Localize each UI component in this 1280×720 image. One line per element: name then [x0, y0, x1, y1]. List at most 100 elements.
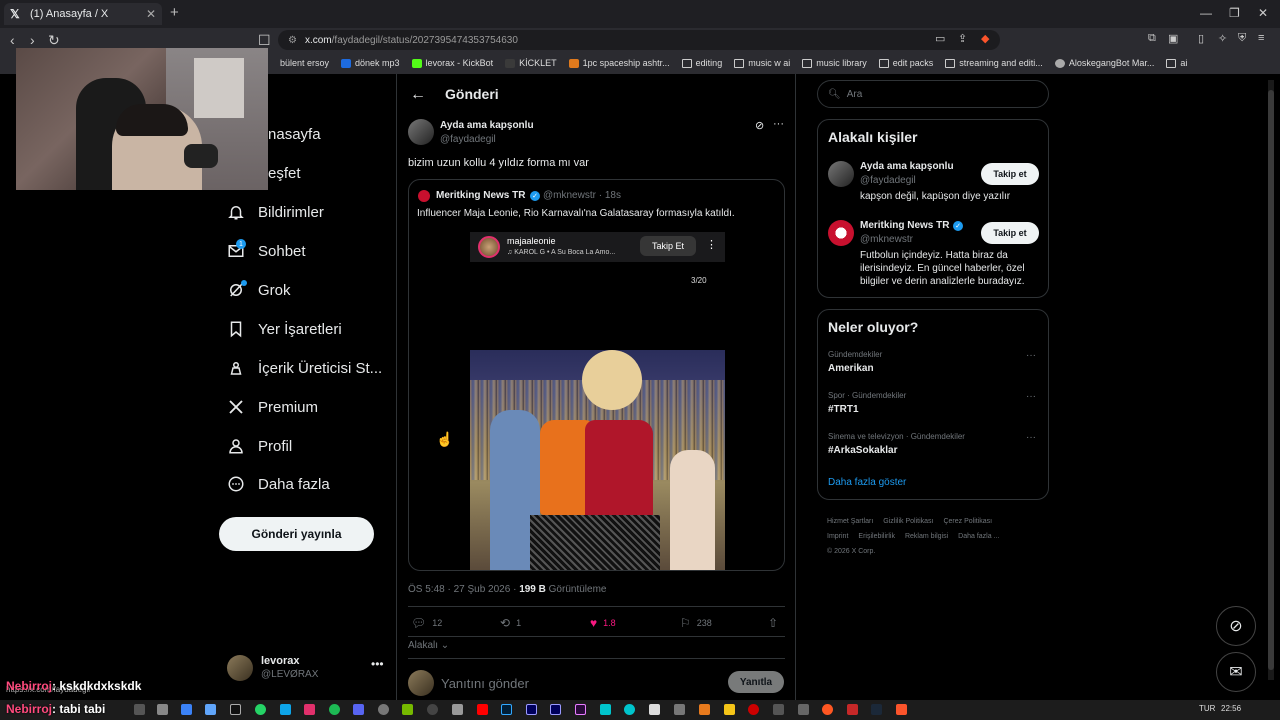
avatar[interactable] — [828, 161, 854, 187]
taskbar-app-icon[interactable] — [205, 704, 216, 715]
bookmark-item[interactable]: 1pc spaceship ashtr... — [568, 58, 670, 68]
bookmark-folder[interactable]: edit packs — [878, 58, 933, 68]
taskbar-app-icon[interactable] — [871, 704, 882, 715]
search-input[interactable]: 🔍︎ Ara — [817, 80, 1049, 108]
follow-button[interactable]: Takip et — [981, 163, 1039, 185]
reply-input[interactable]: Yanıtını gönder — [441, 676, 529, 691]
tab-close-icon[interactable]: ✕ — [146, 7, 156, 21]
trend-name[interactable]: Amerikan — [828, 363, 874, 374]
more-dots-icon[interactable]: ••• — [371, 657, 384, 671]
window-close-button[interactable]: ✕ — [1258, 6, 1268, 20]
taskbar-app-icon[interactable] — [427, 704, 438, 715]
avatar[interactable] — [828, 220, 854, 246]
taskbar-app-icon[interactable] — [181, 704, 192, 715]
taskbar-app-icon[interactable] — [304, 704, 315, 715]
scrollbar[interactable] — [1268, 80, 1274, 680]
footer-link[interactable]: Daha fazla ... — [958, 533, 999, 540]
grok-icon[interactable]: ⊘ — [755, 119, 764, 132]
taskbar-app-icon[interactable] — [822, 704, 833, 715]
footer-link[interactable]: Hizmet Şartları — [827, 518, 873, 525]
nav-item-notifications[interactable]: Bildirimler — [226, 202, 324, 222]
brave-shield-icon[interactable]: ◆ — [981, 32, 989, 45]
taskbar-app-icon[interactable] — [353, 704, 364, 715]
sidebar-toggle-icon[interactable]: ▯ — [1198, 32, 1204, 45]
more-dots-icon[interactable]: ··· — [1026, 391, 1036, 402]
bookmark-folder[interactable]: music w ai — [734, 58, 790, 68]
related-name[interactable]: Ayda ama kapşonlu — [860, 161, 954, 172]
reply-action[interactable]: 💬︎ 12 — [411, 616, 442, 630]
leo-ai-icon[interactable]: ✧ — [1218, 32, 1227, 45]
bookmark-item[interactable]: AloskegangBot Mar... — [1054, 58, 1154, 68]
vpn-icon[interactable]: ⛨ — [1238, 32, 1246, 45]
messages-fab-button[interactable]: ✉ — [1216, 652, 1256, 692]
bookmark-item[interactable]: KİCKLET — [505, 58, 557, 68]
bookmark-item[interactable]: levorax - KickBot — [411, 58, 493, 68]
menu-icon[interactable]: ≡ — [1258, 32, 1264, 44]
trend-name[interactable]: #TRT1 — [828, 404, 859, 415]
instagram-follow-button[interactable]: Takip Et — [640, 236, 696, 256]
footer-link[interactable]: Çerez Politikası — [943, 518, 992, 525]
taskbar-app-icon[interactable] — [329, 704, 340, 715]
browser-tab[interactable]: 𝕏 (1) Anasayfa / X ✕ — [4, 3, 162, 25]
taskbar-app-icon[interactable] — [402, 704, 413, 715]
footer-link[interactable]: Imprint — [827, 533, 848, 540]
taskbar-app-icon[interactable] — [674, 704, 685, 715]
taskbar-app-icon[interactable] — [452, 704, 463, 715]
author-name[interactable]: Ayda ama kapşonlu — [440, 120, 534, 131]
bookmark-page-icon[interactable]: ☐ — [258, 32, 271, 49]
language-indicator[interactable]: TUR — [1199, 704, 1215, 713]
taskbar-app-icon[interactable] — [157, 704, 168, 715]
repost-action[interactable]: ⟲ 1 — [500, 616, 521, 630]
more-dots-icon[interactable]: ··· — [773, 118, 784, 130]
taskbar-app-icon[interactable] — [255, 704, 266, 715]
footer-link[interactable]: Erişilebilirlik — [858, 533, 895, 540]
nav-item-premium[interactable]: Premium — [226, 397, 318, 417]
minimize-button[interactable]: — — [1200, 6, 1212, 20]
share-icon[interactable]: ⇪ — [958, 32, 967, 45]
taskbar-app-icon[interactable] — [378, 704, 389, 715]
taskbar-app-icon[interactable] — [798, 704, 809, 715]
back-nav-button[interactable]: ‹ — [10, 32, 15, 48]
taskbar-app-icon[interactable] — [575, 704, 586, 715]
taskbar-app-icon[interactable] — [526, 704, 537, 715]
bookmark-folder[interactable]: editing — [681, 58, 722, 68]
nav-item-more[interactable]: Daha fazla — [226, 474, 330, 494]
taskbar-app-icon[interactable] — [550, 704, 561, 715]
nav-item-grok[interactable]: Grok — [226, 280, 291, 300]
nav-item-profile[interactable]: Profil — [226, 436, 292, 456]
back-arrow-icon[interactable]: ← — [410, 86, 426, 104]
more-vertical-icon[interactable]: ⋮ — [706, 238, 717, 251]
bookmark-folder[interactable]: music library — [802, 58, 867, 68]
taskbar-app-icon[interactable] — [624, 704, 635, 715]
bookmark-folder[interactable]: streaming and editi... — [945, 58, 1043, 68]
follow-button[interactable]: Takip et — [981, 222, 1039, 244]
account-switcher[interactable]: levorax @LEVØRAX ••• — [227, 653, 387, 683]
more-dots-icon[interactable]: ··· — [1026, 350, 1036, 361]
footer-link[interactable]: Reklam bilgisi — [905, 533, 948, 540]
site-info-icon[interactable]: ⚙ — [288, 35, 297, 46]
taskbar-app-icon[interactable] — [699, 704, 710, 715]
extensions-icon[interactable]: ⧉ — [1148, 32, 1156, 45]
maximize-button[interactable]: ❐ — [1229, 6, 1240, 20]
taskbar-app-icon[interactable] — [649, 704, 660, 715]
author-handle[interactable]: @faydadegil — [440, 134, 496, 145]
share-action[interactable]: ⇧ — [768, 616, 784, 630]
taskbar-app-icon[interactable] — [477, 704, 488, 715]
url-field[interactable]: ⚙ x.com/faydadegil/status/20273954743537… — [278, 30, 1000, 50]
avatar[interactable] — [408, 119, 434, 145]
grok-fab-button[interactable]: ⊘ — [1216, 606, 1256, 646]
reply-button[interactable]: Yanıtla — [728, 671, 784, 693]
taskbar-app-icon[interactable] — [501, 704, 512, 715]
like-action[interactable]: ♥ 1.8 — [590, 616, 616, 630]
forward-nav-button[interactable]: › — [30, 32, 35, 48]
footer-link[interactable]: Gizlilik Politikası — [883, 518, 933, 525]
sort-relevant-dropdown[interactable]: Alakalı ⌄ — [408, 640, 449, 651]
related-name[interactable]: Meritking News TR — [860, 220, 949, 231]
nav-item-bookmarks[interactable]: Yer İşaretleri — [226, 319, 342, 339]
taskbar-app-icon[interactable] — [896, 704, 907, 715]
cast-icon[interactable]: ▭ — [935, 32, 945, 45]
taskbar-app-icon[interactable] — [280, 704, 291, 715]
quoted-tweet[interactable]: Meritking News TR ✓ @mknewstr · 18s Infl… — [408, 179, 785, 571]
bookmark-folder[interactable]: ai — [1166, 58, 1187, 68]
scrollbar-thumb[interactable] — [1268, 90, 1274, 670]
